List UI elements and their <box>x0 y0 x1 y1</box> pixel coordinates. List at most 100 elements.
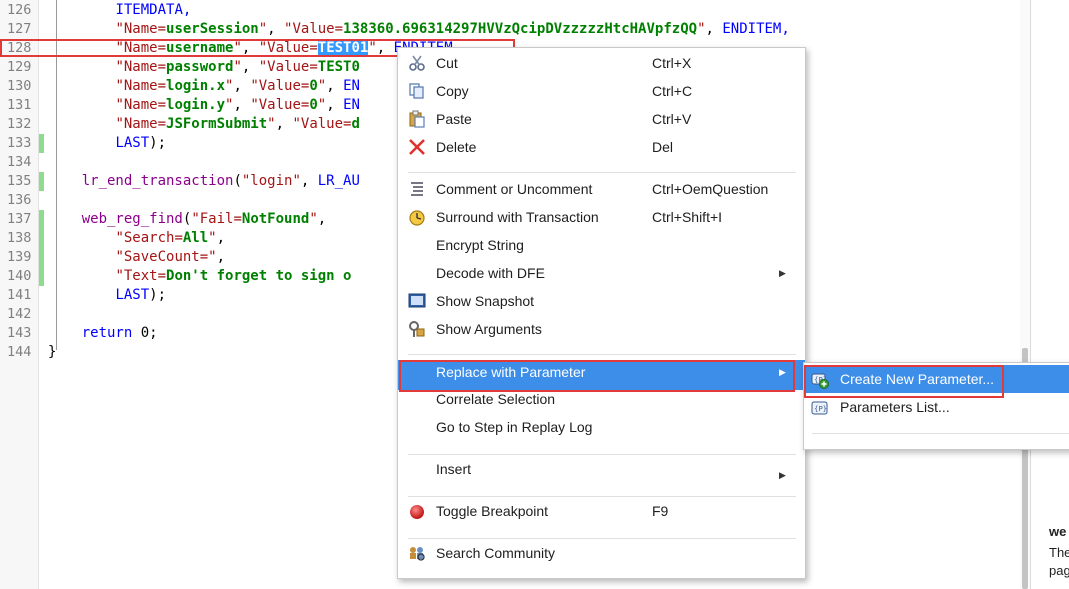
line-number: 132 <box>7 116 32 132</box>
code-token: , <box>326 97 344 113</box>
code-token: "Name= <box>115 97 167 113</box>
code-token: ( <box>233 173 242 189</box>
menu-item-arguments[interactable]: Show Arguments <box>398 316 805 342</box>
line-number: 131 <box>7 97 32 113</box>
code-token: login.x <box>166 78 226 94</box>
submenu-arrow-icon: ▶ <box>779 470 786 480</box>
menu-item-cut[interactable]: Cut Ctrl+X <box>398 50 805 76</box>
code-token: "Value= <box>292 116 352 132</box>
menu-item-copy[interactable]: Copy Ctrl+C <box>398 78 805 104</box>
line-number: 139 <box>7 249 32 265</box>
menu-item-insert[interactable]: Insert ▶ <box>398 456 805 482</box>
code-token: , <box>233 78 251 94</box>
code-text: LAST); <box>48 286 166 305</box>
code-token: return <box>81 325 141 341</box>
menu-item-decode[interactable]: Decode with DFE ▶ <box>398 260 805 286</box>
menu-item-label: Insert <box>436 461 472 477</box>
line-number: 138 <box>7 230 32 246</box>
menu-item-shortcut: Ctrl+Shift+I <box>652 209 723 225</box>
code-token: "Name= <box>115 78 167 94</box>
code-text: "Name=login.x", "Value=0", EN <box>48 77 360 96</box>
code-text: } <box>48 343 56 362</box>
code-token: ); <box>149 287 167 303</box>
menu-item-breakpoint[interactable]: Toggle Breakpoint F9 <box>398 498 805 524</box>
community-icon <box>408 544 426 562</box>
code-token: login.y <box>166 97 226 113</box>
menu-item-paste[interactable]: Paste Ctrl+V <box>398 106 805 132</box>
code-text: "Name=login.y", "Value=0", EN <box>48 96 360 115</box>
line-number: 142 <box>7 306 32 322</box>
code-token: lr_end_transaction <box>81 173 234 189</box>
line-number: 133 <box>7 135 32 151</box>
code-token: " <box>208 249 217 265</box>
menu-item-shortcut: F9 <box>652 503 669 519</box>
code-token: , <box>267 21 285 37</box>
code-text: lr_end_transaction("login", LR_AU <box>48 172 360 191</box>
side-panel <box>1030 0 1069 589</box>
code-token: web_reg_find <box>81 211 183 227</box>
code-text: web_reg_find("Fail=NotFound", <box>48 210 326 229</box>
menu-item-goto-step[interactable]: Go to Step in Replay Log <box>398 414 805 440</box>
menu-separator <box>408 454 796 455</box>
menu-item-shortcut: Ctrl+OemQuestion <box>652 181 769 197</box>
parameter-list-icon: {P} <box>811 398 829 416</box>
code-token: " <box>233 59 242 75</box>
code-token: " <box>258 21 268 37</box>
code-token: 0 <box>309 78 318 94</box>
code-token: , <box>300 173 318 189</box>
line-number: 135 <box>7 173 32 189</box>
line-number: 134 <box>7 154 32 170</box>
line-number: 136 <box>7 192 32 208</box>
code-text: "Search=All", <box>48 229 225 248</box>
breakpoint-icon <box>408 502 426 520</box>
menu-item-surround[interactable]: Surround with Transaction Ctrl+Shift+I <box>398 204 805 230</box>
code-text: return 0; <box>48 324 158 343</box>
code-token: "Text= <box>115 268 167 284</box>
menu-separator <box>408 354 796 355</box>
code-token: EN <box>343 78 360 94</box>
code-token: "Name= <box>115 59 167 75</box>
code-token: , <box>216 230 226 246</box>
code-token: , <box>241 59 259 75</box>
code-line[interactable]: 127 "Name=userSession", "Value=138360.69… <box>0 20 1030 39</box>
menu-item-label: Decode with DFE <box>436 265 545 281</box>
transaction-icon <box>408 208 426 226</box>
svg-text:{P}: {P} <box>814 405 827 413</box>
menu-item-delete[interactable]: Delete Del <box>398 134 805 160</box>
code-token: 138360.696314297HVVzQcipDVzzzzzHtcHAVpfz… <box>343 21 698 37</box>
code-token: , <box>317 211 327 227</box>
code-token: "Value= <box>258 59 318 75</box>
code-line[interactable]: 126 ITEMDATA, <box>0 1 1030 20</box>
code-token: 0; <box>140 325 158 341</box>
code-token: d <box>351 116 360 132</box>
menu-item-shortcut: Ctrl+C <box>652 83 693 99</box>
line-number: 140 <box>7 268 32 284</box>
code-token: EN <box>343 97 360 113</box>
code-token: " <box>317 78 327 94</box>
menu-item-search-community[interactable]: Search Community <box>398 540 805 566</box>
code-token: "Value= <box>250 78 310 94</box>
menu-item-snapshot[interactable]: Show Snapshot <box>398 288 805 314</box>
line-number: 129 <box>7 59 32 75</box>
code-token: " <box>208 230 217 246</box>
code-token: } <box>48 344 57 360</box>
code-text: LAST); <box>48 134 166 153</box>
comment-icon <box>408 180 426 198</box>
menu-item-comment[interactable]: Comment or Uncomment Ctrl+OemQuestion <box>398 176 805 202</box>
code-token: " <box>309 211 318 227</box>
paste-icon <box>408 110 426 128</box>
code-token: JSFormSubmit <box>166 116 268 132</box>
menu-item-label: Search Community <box>436 545 556 561</box>
code-token: ); <box>149 135 167 151</box>
code-text: "Name=JSFormSubmit", "Value=d <box>48 115 360 134</box>
menu-item-encrypt[interactable]: Encrypt String <box>398 232 805 258</box>
